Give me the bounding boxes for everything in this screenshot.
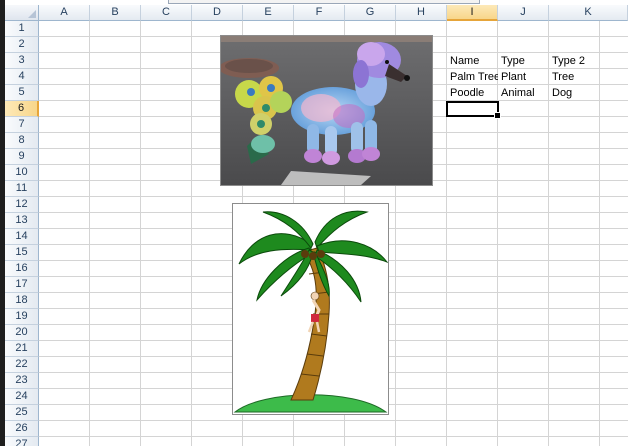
row-header-23[interactable]: 23 [5, 373, 39, 389]
column-header-A[interactable]: A [39, 5, 90, 21]
row-header-2[interactable]: 2 [5, 37, 39, 53]
row-header-21[interactable]: 21 [5, 341, 39, 357]
row-header-1[interactable]: 1 [5, 21, 39, 37]
palm-tree-image [233, 210, 388, 413]
palm-tree-clipart[interactable] [232, 203, 389, 415]
row-header-27[interactable]: 27 [5, 437, 39, 446]
row-header-15[interactable]: 15 [5, 245, 39, 261]
row-header-11[interactable]: 11 [5, 181, 39, 197]
column-header-K[interactable]: K [549, 5, 628, 21]
column-header-E[interactable]: E [243, 5, 294, 21]
row-header-17[interactable]: 17 [5, 277, 39, 293]
poodle-photo[interactable] [220, 35, 433, 186]
column-header-C[interactable]: C [141, 5, 192, 21]
row-header-19[interactable]: 19 [5, 309, 39, 325]
select-all-triangle-icon [28, 10, 36, 18]
cell-J3[interactable]: Type [498, 53, 525, 69]
row-header-7[interactable]: 7 [5, 117, 39, 133]
active-cell-I6[interactable] [446, 101, 501, 119]
column-header-F[interactable]: F [294, 5, 345, 21]
row-header-8[interactable]: 8 [5, 133, 39, 149]
row-header-20[interactable]: 20 [5, 325, 39, 341]
row-header-14[interactable]: 14 [5, 229, 39, 245]
row-header-3[interactable]: 3 [5, 53, 39, 69]
select-all-corner[interactable] [5, 5, 39, 21]
row-header-5[interactable]: 5 [5, 85, 39, 101]
row-header-16[interactable]: 16 [5, 261, 39, 277]
row-header-25[interactable]: 25 [5, 405, 39, 421]
cell-K4[interactable]: Tree [549, 69, 574, 85]
cell-J5[interactable]: Animal [498, 85, 535, 101]
row-header-4[interactable]: 4 [5, 69, 39, 85]
row-header-24[interactable]: 24 [5, 389, 39, 405]
column-header-J[interactable]: J [498, 5, 549, 21]
column-header-I[interactable]: I [447, 5, 498, 21]
ribbon-bottom-edge [168, 0, 480, 4]
poodle-photo-image [221, 36, 432, 185]
cell-K3[interactable]: Type 2 [549, 53, 585, 69]
row-header-10[interactable]: 10 [5, 165, 39, 181]
row-header-6[interactable]: 6 [5, 101, 39, 117]
row-header-12[interactable]: 12 [5, 197, 39, 213]
worksheet[interactable]: ABCDEFGHIJK 1 2 3 4 5 6 7 8 9 10 11 12 13 14 15 16 17 18 1… [5, 5, 628, 446]
row-header-9[interactable]: 9 [5, 149, 39, 165]
column-header-G[interactable]: G [345, 5, 396, 21]
row-header-22[interactable]: 22 [5, 357, 39, 373]
column-header-D[interactable]: D [192, 5, 243, 21]
column-header-H[interactable]: H [396, 5, 447, 21]
column-header-B[interactable]: B [90, 5, 141, 21]
row-header-13[interactable]: 13 [5, 213, 39, 229]
cell-K5[interactable]: Dog [549, 85, 572, 101]
cell-I4[interactable]: Palm Tree [447, 69, 498, 85]
row-header-18[interactable]: 18 [5, 293, 39, 309]
cell-I3[interactable]: Name [447, 53, 479, 69]
fill-handle[interactable] [494, 112, 501, 119]
cell-I5[interactable]: Poodle [447, 85, 484, 101]
cell-J4[interactable]: Plant [498, 69, 526, 85]
row-header-26[interactable]: 26 [5, 421, 39, 437]
